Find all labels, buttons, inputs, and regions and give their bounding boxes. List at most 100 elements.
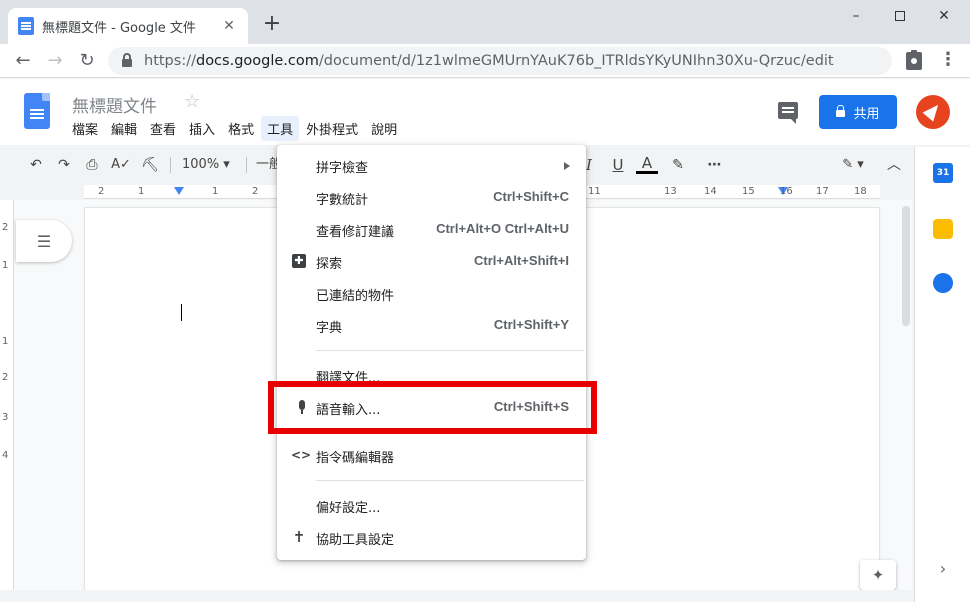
menu-item-label: 偏好設定... (316, 501, 381, 516)
tools-menu-dropdown: 拼字檢查 字數統計 Ctrl+Shift+C 查看修訂建議 Ctrl+Alt+O… (277, 145, 586, 560)
horizontal-scrollbar[interactable] (0, 590, 912, 602)
menu-bar: 檔案 編輯 查看 插入 格式 工具 外掛程式 說明 (66, 116, 404, 141)
outline-button[interactable]: ☰ (16, 220, 72, 262)
browser-toolbar: ← → ↻ https://docs.google.com/document/d… (0, 44, 970, 78)
reload-icon[interactable]: ↻ (75, 49, 99, 73)
share-label: 共用 (853, 106, 880, 122)
print-icon[interactable]: ⎙ (82, 154, 102, 176)
more-icon[interactable]: ⋯ (704, 154, 726, 176)
menu-item-shortcut: Ctrl+Alt+O Ctrl+Alt+U (436, 221, 569, 236)
menu-item-preferences[interactable]: 偏好設定... (277, 489, 586, 521)
window-maximize-button[interactable] (878, 4, 922, 28)
menu-item-shortcut: Ctrl+Alt+Shift+I (474, 253, 569, 268)
text-color-icon[interactable]: A (636, 154, 658, 174)
highlight-color-icon[interactable]: ✎ (668, 154, 688, 176)
menu-file[interactable]: 檔案 (66, 116, 104, 141)
menu-format[interactable]: 格式 (222, 116, 260, 141)
menu-item-label: 已連結的物件 (316, 289, 395, 304)
menu-item-accessibility[interactable]: ✝ 協助工具設定 (277, 521, 586, 553)
menu-item-label: 探索 (316, 257, 343, 272)
url-domain: docs.google.com (195, 53, 319, 69)
side-panel: 31 › (914, 147, 970, 602)
url-scheme: https:// (144, 53, 196, 69)
new-tab-button[interactable]: + (260, 12, 284, 36)
tab-close-icon[interactable]: ✕ (220, 18, 238, 34)
browser-tab[interactable]: 無標題文件 - Google 文件 ✕ (8, 8, 248, 44)
ruler-number: 1 (212, 186, 219, 197)
vertical-ruler[interactable]: 2 1 1 2 3 4 (0, 200, 14, 590)
menu-item-label: 指令碼編輯器 (316, 451, 395, 466)
ruler-number: 13 (664, 186, 677, 197)
share-button[interactable]: 共用 (819, 95, 897, 129)
ruler-number: 2 (98, 186, 105, 197)
menu-item-explore[interactable]: ✚ 探索 Ctrl+Alt+Shift+I (277, 245, 586, 277)
menu-item-dictionary[interactable]: 字典 Ctrl+Shift+Y (277, 309, 586, 341)
avatar[interactable] (916, 95, 950, 129)
outline-icon: ☰ (36, 231, 52, 251)
forward-icon[interactable]: → (43, 49, 67, 73)
toolbar-divider (170, 157, 171, 173)
editing-mode-icon[interactable]: ✎ ▾ (836, 154, 870, 176)
menu-item-label: 查看修訂建議 (316, 225, 395, 240)
accessibility-icon: ✝ (292, 528, 306, 546)
window-close-button[interactable]: ✕ (922, 4, 966, 28)
tasks-icon[interactable] (933, 273, 953, 293)
menu-item-spellcheck[interactable]: 拼字檢查 (277, 149, 586, 181)
collapse-icon[interactable]: ︿ (884, 154, 904, 176)
docs-logo-icon[interactable] (24, 93, 50, 129)
document-title[interactable]: 無標題文件 (72, 92, 157, 117)
ruler-number: 11 (588, 186, 601, 197)
url-text: https://docs.google.com/document/d/1z1wl… (144, 53, 834, 69)
calendar-icon[interactable]: 31 (933, 163, 953, 183)
paint-format-icon[interactable]: ⛏ (140, 154, 160, 176)
vertical-scrollbar[interactable] (902, 206, 910, 326)
maximize-icon (895, 11, 905, 21)
keep-icon[interactable] (933, 219, 953, 239)
ruler-number: 1 (138, 186, 145, 197)
undo-icon[interactable]: ↶ (26, 154, 46, 176)
menu-item-label: 拼字檢查 (316, 161, 369, 176)
back-icon[interactable]: ← (11, 49, 35, 73)
redo-icon[interactable]: ↷ (54, 154, 74, 176)
menu-tools[interactable]: 工具 (261, 116, 300, 141)
spellcheck-icon[interactable]: A✓ (110, 154, 132, 176)
menu-addons[interactable]: 外掛程式 (300, 116, 364, 141)
extension-icon[interactable] (906, 50, 922, 70)
comment-history-icon[interactable] (778, 102, 798, 124)
menu-view[interactable]: 查看 (144, 116, 182, 141)
menu-item-shortcut: Ctrl+Shift+Y (493, 317, 569, 332)
menu-help[interactable]: 說明 (365, 116, 403, 141)
menu-item-shortcut: Ctrl+Shift+C (493, 189, 569, 204)
menu-item-word-count[interactable]: 字數統計 Ctrl+Shift+C (277, 181, 586, 213)
tab-title: 無標題文件 - Google 文件 (42, 20, 196, 36)
explore-icon: ✚ (292, 254, 306, 268)
lock-icon[interactable] (122, 53, 132, 67)
docs-favicon-icon (18, 17, 34, 35)
explore-button[interactable]: ✦ (860, 560, 896, 590)
submenu-arrow-icon (564, 162, 570, 170)
code-icon: <> (291, 448, 312, 462)
ruler-number: 18 (854, 186, 867, 197)
ruler-number: 16 (780, 186, 793, 197)
menu-item-script-editor[interactable]: <> 指令碼編輯器 (277, 439, 586, 471)
menu-divider (316, 350, 584, 351)
menu-item-review-suggestions[interactable]: 查看修訂建議 Ctrl+Alt+O Ctrl+Alt+U (277, 213, 586, 245)
indent-marker-icon[interactable] (174, 187, 184, 195)
expand-panel-icon[interactable]: › (933, 559, 953, 579)
underline-icon[interactable]: U (610, 154, 626, 176)
ruler-number: 3 (2, 412, 9, 423)
menu-item-linked-objects[interactable]: 已連結的物件 (277, 277, 586, 309)
url-path: /document/d/1z1wlmeGMUrnYAuK76b_ITRldsYK… (318, 53, 834, 69)
toolbar-divider (246, 157, 247, 173)
menu-insert[interactable]: 插入 (183, 116, 221, 141)
star-icon[interactable]: ☆ (184, 91, 200, 112)
annotation-highlight-box (268, 381, 597, 434)
zoom-select[interactable]: 100% ▾ (182, 154, 238, 176)
window-minimize-button[interactable]: – (834, 4, 878, 28)
address-bar[interactable]: https://docs.google.com/document/d/1z1wl… (108, 47, 892, 75)
menu-edit[interactable]: 編輯 (105, 116, 143, 141)
menu-divider (316, 480, 584, 481)
text-cursor (181, 304, 182, 321)
menu-item-label: 字數統計 (316, 193, 369, 208)
browser-menu-icon[interactable]: ⋮ (938, 49, 958, 73)
